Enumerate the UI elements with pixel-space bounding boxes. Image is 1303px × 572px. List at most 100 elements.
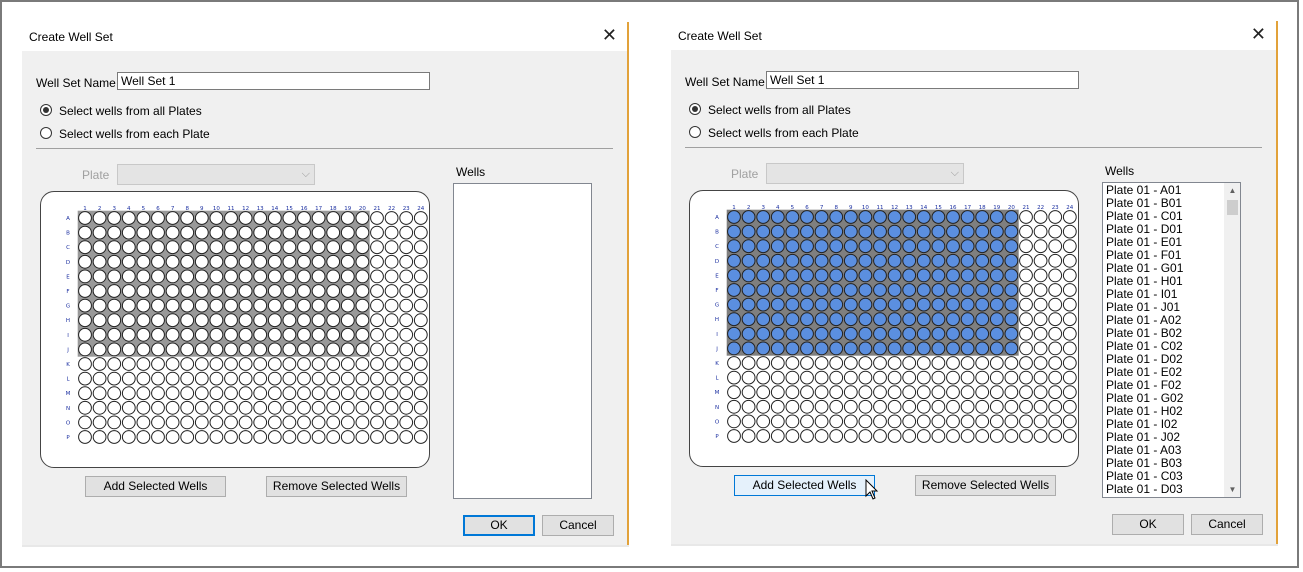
row-label[interactable]: D: [66, 260, 70, 266]
well-O20[interactable]: [355, 415, 370, 430]
row-label[interactable]: A: [66, 216, 70, 222]
well-P22[interactable]: [1033, 429, 1048, 443]
well-N21[interactable]: [370, 400, 384, 415]
well-B23[interactable]: [399, 225, 414, 240]
well-I12[interactable]: [887, 326, 902, 341]
well-K20[interactable]: [1004, 356, 1019, 370]
well-J15[interactable]: [282, 342, 297, 357]
well-H24[interactable]: [413, 313, 428, 328]
well-I16[interactable]: [297, 327, 311, 342]
well-G3[interactable]: [756, 297, 771, 312]
well-M13[interactable]: [902, 385, 917, 400]
well-H11[interactable]: [873, 312, 887, 327]
well-F4[interactable]: [121, 284, 136, 298]
well-D11[interactable]: [873, 253, 887, 268]
well-G9[interactable]: [194, 298, 209, 313]
row-label[interactable]: B: [715, 230, 719, 236]
row-label[interactable]: J: [66, 347, 69, 353]
well-B16[interactable]: [297, 225, 311, 240]
well-O20[interactable]: [1004, 414, 1019, 429]
well-C18[interactable]: [975, 239, 990, 254]
well-B6[interactable]: [800, 224, 814, 239]
well-G23[interactable]: [399, 298, 414, 313]
well-E17[interactable]: [311, 269, 326, 284]
well-M6[interactable]: [151, 386, 165, 401]
well-M3[interactable]: [756, 385, 771, 400]
well-H22[interactable]: [384, 313, 399, 328]
well-J9[interactable]: [843, 341, 858, 356]
well-B20[interactable]: [355, 225, 370, 240]
well-A9[interactable]: [843, 210, 858, 224]
well-G19[interactable]: [989, 297, 1004, 312]
well-A3[interactable]: [756, 210, 771, 224]
well-D6[interactable]: [800, 253, 814, 268]
well-L19[interactable]: [340, 371, 355, 386]
well-B3[interactable]: [756, 224, 771, 239]
well-I10[interactable]: [209, 327, 224, 342]
well-L1[interactable]: [78, 371, 92, 386]
well-H20[interactable]: [1004, 312, 1019, 327]
well-I3[interactable]: [756, 326, 771, 341]
well-O7[interactable]: [165, 415, 180, 430]
well-M24[interactable]: [1062, 385, 1077, 400]
well-I17[interactable]: [960, 326, 975, 341]
well-K18[interactable]: [326, 357, 341, 371]
well-I14[interactable]: [916, 326, 931, 341]
well-M11[interactable]: [873, 385, 887, 400]
well-D16[interactable]: [946, 253, 960, 268]
well-O7[interactable]: [814, 414, 829, 429]
well-N17[interactable]: [311, 400, 326, 415]
well-K6[interactable]: [151, 357, 165, 371]
well-B20[interactable]: [1004, 224, 1019, 239]
well-O2[interactable]: [741, 414, 756, 429]
well-M20[interactable]: [1004, 385, 1019, 400]
well-H2[interactable]: [741, 312, 756, 327]
well-O11[interactable]: [224, 415, 238, 430]
well-O12[interactable]: [887, 414, 902, 429]
well-O15[interactable]: [282, 415, 297, 430]
well-E13[interactable]: [902, 268, 917, 283]
well-G2[interactable]: [741, 297, 756, 312]
well-D19[interactable]: [340, 254, 355, 269]
well-C10[interactable]: [858, 239, 873, 254]
well-E23[interactable]: [1048, 268, 1063, 283]
well-H15[interactable]: [282, 313, 297, 328]
well-K10[interactable]: [858, 356, 873, 370]
row-label[interactable]: M: [66, 391, 71, 397]
well-C8[interactable]: [180, 240, 195, 255]
well-M3[interactable]: [107, 386, 122, 401]
well-O14[interactable]: [916, 414, 931, 429]
well-J20[interactable]: [355, 342, 370, 357]
well-H7[interactable]: [814, 312, 829, 327]
well-N18[interactable]: [975, 399, 990, 414]
well-M1[interactable]: [78, 386, 92, 401]
well-J11[interactable]: [873, 341, 887, 356]
well-P13[interactable]: [902, 429, 917, 443]
well-B3[interactable]: [107, 225, 122, 240]
well-O23[interactable]: [1048, 414, 1063, 429]
well-G14[interactable]: [267, 298, 282, 313]
well-F24[interactable]: [413, 284, 428, 298]
row-label[interactable]: G: [66, 304, 70, 310]
well-O4[interactable]: [121, 415, 136, 430]
well-F8[interactable]: [180, 284, 195, 298]
well-I8[interactable]: [180, 327, 195, 342]
well-P4[interactable]: [121, 430, 136, 444]
well-L19[interactable]: [989, 370, 1004, 385]
well-I22[interactable]: [384, 327, 399, 342]
well-A17[interactable]: [960, 210, 975, 224]
well-C5[interactable]: [136, 240, 151, 255]
well-D9[interactable]: [194, 254, 209, 269]
well-I11[interactable]: [873, 326, 887, 341]
well-O22[interactable]: [384, 415, 399, 430]
row-label[interactable]: K: [715, 361, 719, 367]
well-A4[interactable]: [770, 210, 785, 224]
well-H7[interactable]: [165, 313, 180, 328]
well-plate-map[interactable]: 1 2 3 4 5 6 7 8 9 10 11 12 13 14 15 16 17 18 19 20 21 22 23 24 A…: [40, 191, 430, 468]
well-N4[interactable]: [770, 399, 785, 414]
well-M1[interactable]: [727, 385, 741, 400]
well-J21[interactable]: [370, 342, 384, 357]
well-I18[interactable]: [326, 327, 341, 342]
well-D13[interactable]: [902, 253, 917, 268]
well-F15[interactable]: [931, 283, 946, 297]
